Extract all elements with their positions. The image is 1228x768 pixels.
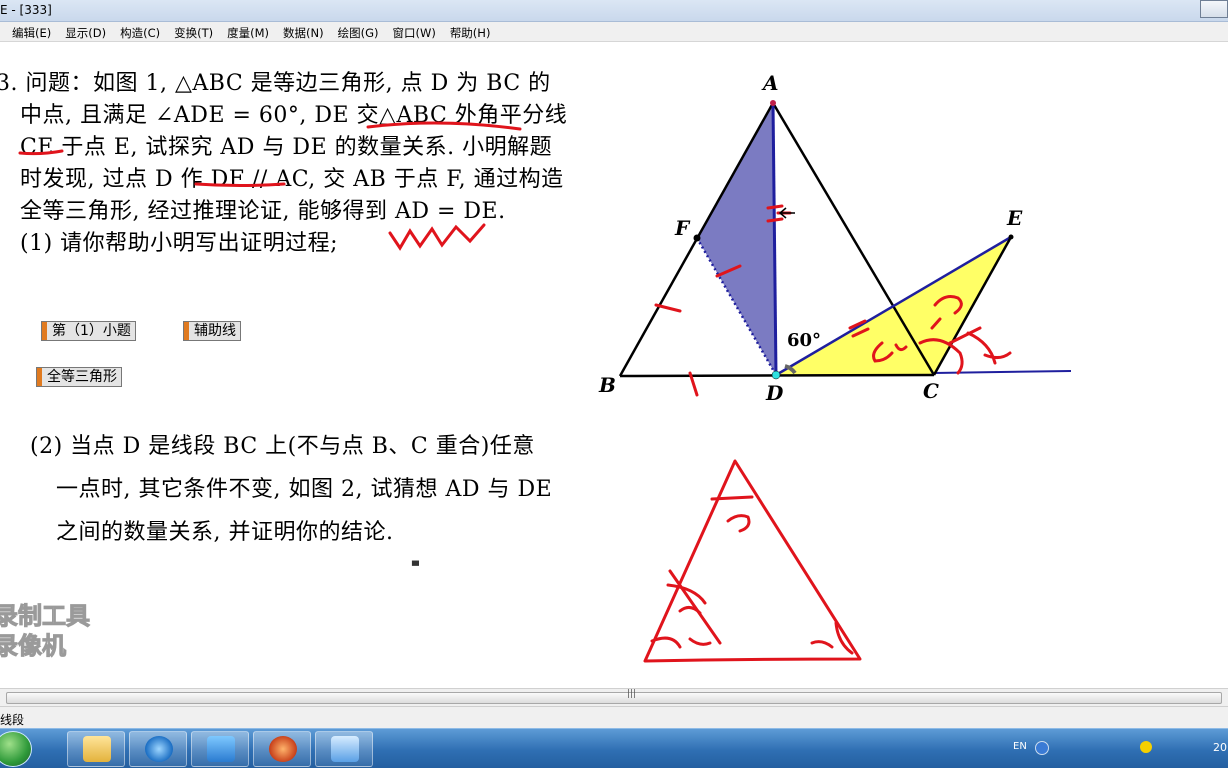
menu-item-0[interactable]: 编辑(E) [0, 22, 58, 41]
point-d[interactable] [771, 370, 781, 380]
taskbar-sketchpad[interactable] [191, 731, 249, 767]
recorder-icon [269, 736, 297, 762]
window-title: E - [333] [0, 3, 52, 17]
point-a[interactable] [770, 100, 776, 106]
point-f[interactable] [693, 234, 701, 242]
taskbar-recorder[interactable] [253, 731, 311, 767]
menu-bar: 编辑(E) 显示(D) 构造(C) 变换(T) 度量(M) 数据(N) 绘图(G) 窗口(W)… [0, 22, 1228, 42]
system-tray: EN 20 [1005, 729, 1228, 768]
label-a: A [761, 71, 779, 95]
help-icon[interactable] [1035, 741, 1049, 755]
menu-item-7[interactable]: 窗口(W) [385, 22, 442, 41]
taskbar-browser[interactable] [129, 731, 187, 767]
start-orb-icon[interactable] [0, 731, 32, 767]
triangle-afd-fill [697, 103, 776, 375]
menu-item-1[interactable]: 显示(D) [58, 22, 113, 41]
folder-icon [83, 736, 111, 762]
label-f: F [674, 216, 691, 240]
point-e[interactable] [1008, 234, 1014, 240]
window-controls [1198, 0, 1228, 20]
menu-item-3[interactable]: 变换(T) [167, 22, 220, 41]
sketch-canvas[interactable]: 3. 问题：如图 1, △ABC 是等边三角形, 点 D 为 BC 的 中点, … [0, 43, 1228, 688]
label-c: C [923, 379, 939, 403]
horizontal-scrollbar[interactable]: ||| [0, 688, 1228, 706]
angle-label: 60° [787, 330, 821, 351]
menu-item-4[interactable]: 度量(M) [220, 22, 276, 41]
red-sketch-triangle [643, 459, 862, 663]
menu-item-8[interactable]: 帮助(H) [443, 22, 498, 41]
browser-icon [145, 736, 173, 762]
menu-item-2[interactable]: 构造(C) [113, 22, 167, 41]
pointer-arrow-icon [778, 207, 795, 219]
tray-app-icon[interactable] [1140, 741, 1152, 753]
menu-item-6[interactable]: 绘图(G) [331, 22, 386, 41]
scroll-grip-icon: ||| [627, 689, 637, 699]
minimize-button[interactable] [1200, 0, 1228, 18]
title-bar: E - [333] [0, 0, 1228, 22]
geometry-figure: A B C D E F 60° [18, 71, 1072, 663]
clock[interactable]: 20 [1213, 741, 1227, 754]
status-text: 线段 [0, 713, 25, 727]
sketchpad-icon [207, 736, 235, 762]
taskbar: EN 20 [0, 728, 1228, 768]
label-d: D [765, 381, 784, 405]
label-e: E [1006, 206, 1023, 230]
wps-icon [331, 736, 359, 762]
menu-item-5[interactable]: 数据(N) [276, 22, 331, 41]
status-bar: 线段 [0, 706, 1228, 728]
scroll-thumb[interactable] [6, 692, 1222, 704]
segment-bc-extension[interactable] [933, 370, 1072, 374]
taskbar-explorer[interactable] [67, 731, 125, 767]
small-marker: ▀ [412, 562, 419, 572]
taskbar-wps[interactable] [315, 731, 373, 767]
label-b: B [598, 373, 616, 397]
language-indicator[interactable]: EN [1013, 741, 1027, 752]
